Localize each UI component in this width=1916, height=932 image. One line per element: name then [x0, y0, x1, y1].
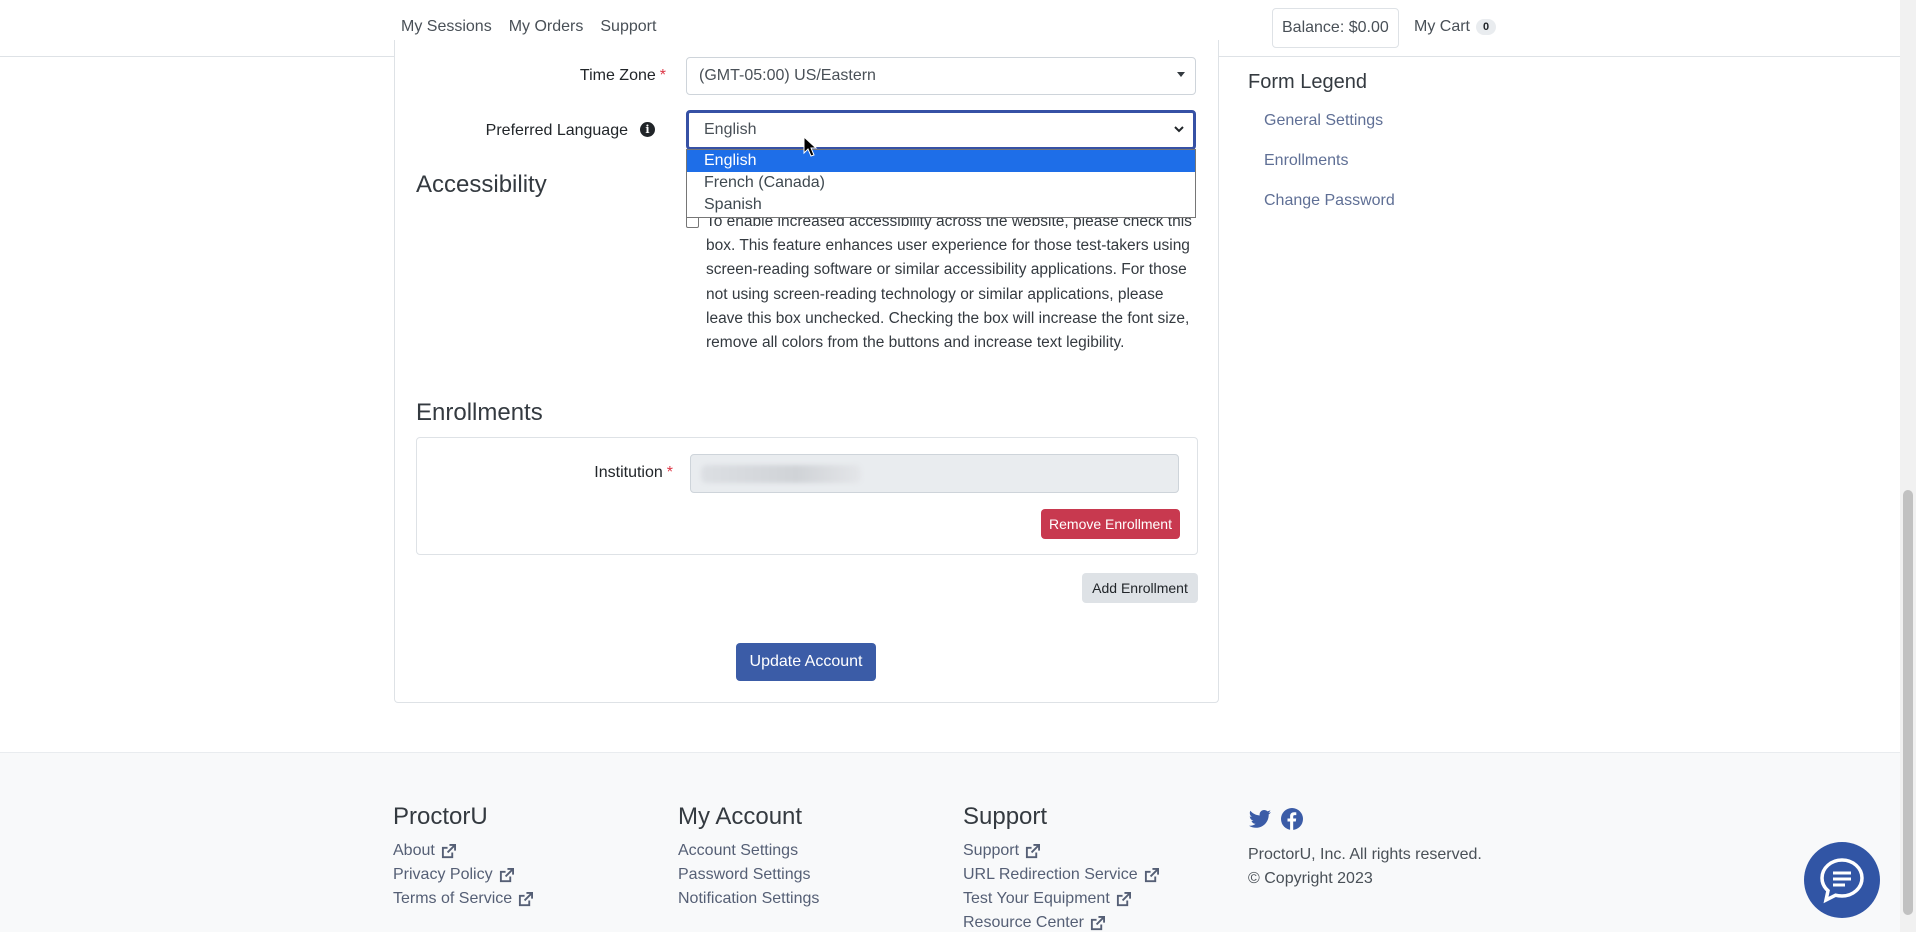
- footer-account-title: My Account: [678, 803, 803, 830]
- balance-button[interactable]: Balance: $0.00: [1272, 8, 1399, 48]
- footer-proctoru-column: ProctorU About Privacy Policy Terms of S…: [393, 803, 534, 911]
- legend-link-general-settings[interactable]: General Settings: [1264, 112, 1383, 130]
- language-label: Preferred Language: [485, 122, 628, 139]
- accessibility-heading: Accessibility: [416, 171, 547, 198]
- footer-account-column: My Account Account Settings Password Set…: [678, 803, 819, 911]
- nav-my-orders[interactable]: My Orders: [509, 18, 584, 36]
- form-legend-title: Form Legend: [1248, 71, 1367, 93]
- footer-privacy-link[interactable]: Privacy Policy: [393, 863, 533, 887]
- footer-company-column: ProctorU, Inc. All rights reserved. © Co…: [1248, 805, 1482, 891]
- add-enrollment-button[interactable]: Add Enrollment: [1082, 573, 1198, 603]
- institution-redacted-value: [701, 465, 861, 483]
- chevron-down-icon: [1174, 126, 1184, 133]
- external-link-icon: [1116, 891, 1131, 906]
- external-link-icon: [499, 867, 514, 882]
- footer-rights-text: ProctorU, Inc. All rights reserved.: [1248, 846, 1482, 863]
- nav-links: My Sessions My Orders Support: [401, 18, 656, 36]
- footer-terms-link[interactable]: Terms of Service: [393, 887, 534, 911]
- footer-resource-center-link[interactable]: Resource Center: [963, 911, 1159, 932]
- footer-support-title: Support: [963, 803, 1048, 830]
- legend-link-change-password[interactable]: Change Password: [1264, 192, 1395, 210]
- legend-link-enrollments[interactable]: Enrollments: [1264, 152, 1348, 170]
- timezone-select[interactable]: (GMT-05:00) US/Eastern: [686, 57, 1196, 95]
- enrollments-heading: Enrollments: [416, 399, 543, 426]
- external-link-icon: [1025, 843, 1041, 858]
- external-link-icon: [1144, 867, 1159, 882]
- footer-copyright-text: © Copyright 2023: [1248, 870, 1373, 887]
- language-option-spanish[interactable]: Spanish: [687, 194, 1195, 216]
- external-link-icon: [519, 891, 534, 906]
- footer-account-settings-link[interactable]: Account Settings: [678, 839, 819, 863]
- scrollbar-thumb[interactable]: [1903, 490, 1913, 915]
- scrollbar[interactable]: [1900, 0, 1916, 932]
- timezone-value: (GMT-05:00) US/Eastern: [699, 67, 876, 84]
- language-option-french[interactable]: French (Canada): [687, 172, 1195, 194]
- cart-label: My Cart: [1414, 18, 1470, 35]
- twitter-icon[interactable]: [1248, 807, 1272, 831]
- nav-support[interactable]: Support: [600, 18, 656, 36]
- mouse-cursor-icon: [803, 136, 818, 157]
- cart-count-badge: 0: [1476, 19, 1497, 35]
- timezone-label: Time Zone *: [579, 67, 666, 84]
- footer-password-settings-link[interactable]: Password Settings: [678, 863, 819, 887]
- cart-link[interactable]: My Cart 0: [1414, 18, 1497, 36]
- social-links: [1248, 807, 1482, 831]
- chat-bubble-icon: [1820, 858, 1864, 904]
- external-link-icon: [441, 843, 456, 858]
- footer-test-equipment-link[interactable]: Test Your Equipment: [963, 887, 1159, 911]
- language-dropdown: English French (Canada) Spanish: [686, 149, 1196, 218]
- footer-proctoru-title: ProctorU: [393, 803, 488, 830]
- facebook-icon[interactable]: [1280, 807, 1304, 831]
- footer-support-link[interactable]: Support: [963, 839, 1159, 863]
- footer-notification-settings-link[interactable]: Notification Settings: [678, 887, 819, 911]
- institution-label: Institution *: [594, 464, 673, 481]
- institution-input[interactable]: [690, 454, 1179, 493]
- language-value: English: [704, 121, 757, 138]
- footer-url-redirection-link[interactable]: URL Redirection Service: [963, 863, 1159, 887]
- footer: ProctorU About Privacy Policy Terms of S…: [0, 752, 1900, 932]
- language-select[interactable]: English: [686, 110, 1196, 150]
- nav-my-sessions[interactable]: My Sessions: [401, 18, 492, 36]
- footer-support-column: Support Support URL Redirection Service …: [963, 803, 1159, 932]
- caret-down-icon: [1177, 72, 1185, 77]
- footer-about-link[interactable]: About: [393, 839, 533, 863]
- remove-enrollment-button[interactable]: Remove Enrollment: [1041, 509, 1180, 539]
- chat-button[interactable]: [1804, 842, 1880, 918]
- external-link-icon: [1090, 915, 1105, 930]
- update-account-button[interactable]: Update Account: [736, 643, 876, 681]
- language-option-english[interactable]: English: [687, 150, 1195, 172]
- info-icon[interactable]: i: [640, 122, 655, 137]
- accessibility-description: To enable increased accessibility across…: [706, 213, 1192, 352]
